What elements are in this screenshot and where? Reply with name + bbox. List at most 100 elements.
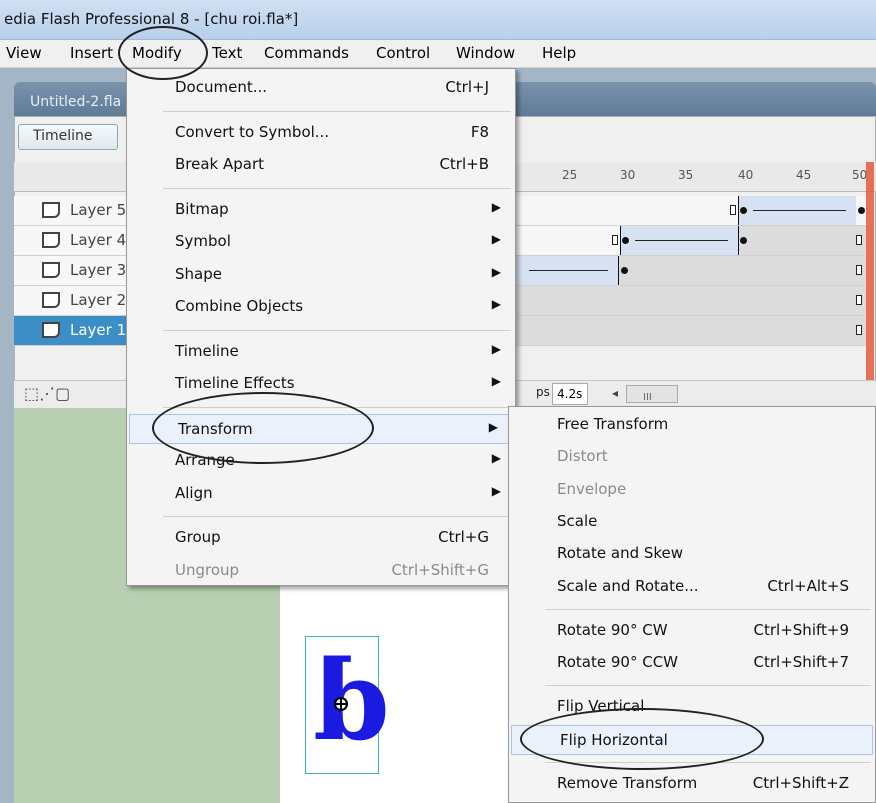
motion-tween bbox=[620, 226, 738, 255]
static-frames bbox=[738, 226, 866, 255]
submenu-arrow-icon: ▶ bbox=[491, 232, 501, 246]
menu-item-label: Group bbox=[175, 528, 221, 546]
menu-item-label: Envelope bbox=[557, 479, 627, 498]
menu-item-break-apart[interactable]: Break Apart Ctrl+B bbox=[127, 150, 515, 180]
menu-item-rotate-90-cw[interactable]: Rotate 90° CW Ctrl+Shift+9 bbox=[509, 616, 875, 646]
menu-item-convert-to-symbol[interactable]: Convert to Symbol... F8 bbox=[127, 118, 515, 148]
frame-track[interactable] bbox=[514, 226, 866, 256]
menu-item-label: Combine Objects bbox=[175, 297, 304, 315]
menu-help[interactable]: Help bbox=[542, 44, 576, 62]
menu-commands[interactable]: Commands bbox=[264, 44, 349, 62]
ruler-tick: 50 bbox=[852, 168, 868, 182]
menu-item-timeline[interactable]: Timeline ▶ bbox=[127, 337, 515, 367]
menu-separator bbox=[545, 685, 871, 687]
layer-icon bbox=[42, 262, 60, 278]
flipped-d-symbol[interactable]: d bbox=[313, 636, 390, 765]
menu-item-label: Distort bbox=[557, 447, 608, 466]
end-frame bbox=[856, 325, 862, 335]
menu-item-label: Rotate and Skew bbox=[557, 544, 684, 563]
static-frames bbox=[618, 256, 866, 285]
submenu-arrow-icon: ▶ bbox=[491, 483, 501, 498]
keyframe bbox=[622, 237, 629, 244]
scrollbar-thumb[interactable]: III bbox=[626, 385, 678, 403]
empty-keyframe bbox=[730, 205, 736, 215]
menu-item-group[interactable]: Group Ctrl+G bbox=[127, 523, 515, 553]
menu-text[interactable]: Text bbox=[212, 44, 242, 62]
menu-separator bbox=[163, 187, 511, 189]
shortcut-label: Ctrl+Alt+S bbox=[767, 576, 849, 595]
submenu-arrow-icon: ▶ bbox=[491, 451, 501, 465]
frame-track[interactable] bbox=[514, 316, 866, 346]
annotation-ellipse-modify bbox=[118, 26, 208, 80]
layer-icon bbox=[42, 322, 60, 338]
scroll-left-icon[interactable]: ◂ bbox=[612, 386, 618, 400]
menu-item-rotate-and-skew[interactable]: Rotate and Skew bbox=[509, 539, 875, 569]
document-tab[interactable]: Untitled-2.fla bbox=[22, 90, 132, 116]
menu-window[interactable]: Window bbox=[456, 44, 515, 62]
shortcut-label: Ctrl+Shift+Z bbox=[752, 774, 849, 792]
menu-view[interactable]: View bbox=[6, 44, 42, 62]
layer-icon bbox=[42, 232, 60, 248]
layer-name: Layer 2 bbox=[70, 291, 127, 309]
menu-item-label: Rotate 90° CCW bbox=[557, 653, 679, 672]
submenu-arrow-icon: ▶ bbox=[491, 374, 501, 388]
menu-control[interactable]: Control bbox=[376, 44, 430, 62]
playhead[interactable] bbox=[866, 162, 874, 380]
submenu-arrow-icon: ▶ bbox=[488, 419, 498, 434]
timeline-button[interactable]: Timeline bbox=[18, 124, 118, 150]
menu-item-document[interactable]: Document... Ctrl+J bbox=[127, 73, 515, 103]
frame-track[interactable] bbox=[514, 196, 866, 226]
submenu-arrow-icon: ▶ bbox=[491, 297, 501, 311]
elapsed-time: 4.2s bbox=[552, 383, 588, 405]
menu-item-label: Bitmap bbox=[175, 199, 229, 218]
menu-item-label: Break Apart bbox=[175, 155, 265, 173]
menu-item-label: Convert to Symbol... bbox=[175, 122, 330, 141]
end-frame bbox=[856, 295, 862, 305]
menu-item-align[interactable]: Align ▶ bbox=[127, 479, 515, 509]
layer-tools-icon[interactable]: ⬚⋰▢ bbox=[24, 384, 70, 403]
menu-item-label: Free Transform bbox=[557, 415, 669, 433]
menu-item-scale[interactable]: Scale bbox=[509, 507, 875, 537]
layer-icon bbox=[42, 202, 60, 218]
ruler-tick: 45 bbox=[796, 168, 812, 182]
layer-name: Layer 1 bbox=[70, 321, 127, 339]
layer-name: Layer 5 bbox=[70, 201, 127, 219]
menu-item-free-transform[interactable]: Free Transform bbox=[509, 410, 875, 440]
shortcut-label: Ctrl+Shift+7 bbox=[753, 653, 849, 672]
menu-item-rotate-90-ccw[interactable]: Rotate 90° CCW Ctrl+Shift+7 bbox=[509, 648, 875, 678]
menu-item-combine-objects[interactable]: Combine Objects ▶ bbox=[127, 292, 515, 322]
frame-track[interactable] bbox=[514, 286, 866, 316]
menu-item-scale-and-rotate[interactable]: Scale and Rotate... Ctrl+Alt+S bbox=[509, 572, 875, 602]
menu-item-label: Ungroup bbox=[175, 560, 240, 579]
menu-item-shape[interactable]: Shape ▶ bbox=[127, 260, 515, 290]
end-frame bbox=[856, 235, 862, 245]
menu-item-label: Rotate 90° CW bbox=[557, 620, 668, 639]
shortcut-label: Ctrl+G bbox=[438, 528, 489, 546]
menu-item-label: Timeline bbox=[175, 341, 239, 360]
menu-item-label: Remove Transform bbox=[557, 774, 698, 792]
menu-separator bbox=[163, 516, 511, 517]
shortcut-label: F8 bbox=[470, 122, 489, 141]
window-title: edia Flash Professional 8 - [chu roi.fla… bbox=[4, 10, 299, 28]
keyframe bbox=[740, 207, 747, 214]
menu-insert[interactable]: Insert bbox=[70, 44, 113, 62]
ruler-tick: 40 bbox=[738, 168, 754, 182]
frame-track[interactable] bbox=[514, 256, 866, 286]
menu-item-ungroup: Ungroup Ctrl+Shift+G bbox=[127, 556, 515, 586]
menu-item-remove-transform[interactable]: Remove Transform Ctrl+Shift+Z bbox=[509, 769, 875, 799]
motion-tween bbox=[738, 196, 856, 225]
motion-tween bbox=[514, 256, 618, 285]
submenu-arrow-icon: ▶ bbox=[491, 199, 501, 214]
ruler-tick: 30 bbox=[620, 168, 636, 182]
submenu-arrow-icon: ▶ bbox=[491, 264, 501, 279]
menu-item-bitmap[interactable]: Bitmap ▶ bbox=[127, 195, 515, 225]
menu-item-symbol[interactable]: Symbol ▶ bbox=[127, 227, 515, 257]
menu-item-timeline-effects[interactable]: Timeline Effects ▶ bbox=[127, 369, 515, 399]
menu-item-label: Document... bbox=[175, 78, 268, 96]
annotation-ellipse-transform bbox=[152, 392, 374, 464]
empty-keyframe bbox=[612, 235, 618, 245]
modify-menu: Document... Ctrl+J Convert to Symbol... F8 B… bbox=[126, 68, 516, 586]
ruler-tick: 25 bbox=[562, 168, 578, 182]
static-frames bbox=[514, 286, 866, 315]
annotation-ellipse-flip-horizontal bbox=[520, 708, 764, 770]
